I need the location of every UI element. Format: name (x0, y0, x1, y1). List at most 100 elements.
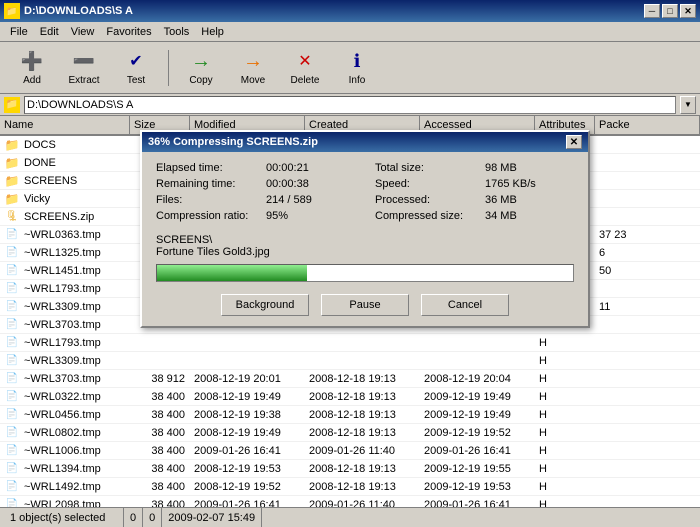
file-name: Vicky (24, 193, 50, 205)
file-size-cell (130, 334, 190, 351)
menu-favorites[interactable]: Favorites (100, 24, 157, 40)
tmp-icon: 📄 (4, 425, 20, 441)
status-items: 1 object(s) selected (4, 508, 124, 527)
title-bar: 📁 D:\DOWNLOADS\S A ─ □ ✕ (0, 0, 700, 22)
total-size-label: Total size: (375, 162, 485, 174)
title-bar-left: 📁 D:\DOWNLOADS\S A (4, 3, 133, 19)
file-accessed-cell: 2009-12-19 19:49 (420, 406, 535, 423)
file-name-cell: 📄 ~WRL1325.tmp (0, 244, 130, 261)
table-row[interactable]: 📄 ~WRL1394.tmp 38 400 2008-12-19 19:53 2… (0, 460, 700, 478)
file-modified-cell: 2008-12-19 19:53 (190, 460, 305, 477)
toolbar-delete[interactable]: ✕ Delete (281, 46, 329, 90)
compressed-value: 34 MB (485, 210, 574, 222)
file-name-cell: 📄 ~WRL3309.tmp (0, 298, 130, 315)
file-attr-cell: H (535, 442, 595, 459)
address-bar: 📁 ▼ (0, 94, 700, 116)
dialog-compression: Compression ratio: 95% (156, 210, 355, 222)
col-packed[interactable]: Packe (595, 116, 700, 135)
file-name-cell: 📄 ~WRL3703.tmp (0, 370, 130, 387)
files-label: Files: (156, 194, 266, 206)
table-row[interactable]: 📄 ~WRL1492.tmp 38 400 2008-12-19 19:52 2… (0, 478, 700, 496)
file-name-cell: 📄 ~WRL0322.tmp (0, 388, 130, 405)
toolbar-test[interactable]: ✔ Test (112, 46, 160, 90)
table-row[interactable]: 📄 ~WRL0456.tmp 38 400 2008-12-19 19:38 2… (0, 406, 700, 424)
file-packed-cell (595, 442, 700, 459)
toolbar-copy[interactable]: → Copy (177, 46, 225, 90)
pause-button[interactable]: Pause (321, 294, 409, 316)
table-row[interactable]: 📄 ~WRL3309.tmp H (0, 352, 700, 370)
file-name: ~WRL3703.tmp (24, 373, 101, 385)
table-row[interactable]: 📄 ~WRL1793.tmp H (0, 334, 700, 352)
file-packed-cell (595, 478, 700, 495)
file-created-cell: 2008-12-18 19:13 (305, 478, 420, 495)
processed-label: Processed: (375, 194, 485, 206)
file-modified-cell: 2008-12-19 19:49 (190, 424, 305, 441)
file-packed-cell: 11 (595, 298, 700, 315)
toolbar-add[interactable]: ➕ Add (8, 46, 56, 90)
table-row[interactable]: 📄 ~WRL3703.tmp 38 912 2008-12-19 20:01 2… (0, 370, 700, 388)
dialog-close-button[interactable]: ✕ (566, 135, 582, 149)
table-row[interactable]: 📄 ~WRL0802.tmp 38 400 2008-12-19 19:49 2… (0, 424, 700, 442)
current-path-text: SCREENS\ (156, 234, 574, 246)
file-name-cell: 📁 Vicky (0, 190, 130, 207)
table-row[interactable]: 📄 ~WRL1006.tmp 38 400 2009-01-26 16:41 2… (0, 442, 700, 460)
menu-file[interactable]: File (4, 24, 34, 40)
file-attr-cell: H (535, 352, 595, 369)
file-packed-cell (595, 280, 700, 297)
toolbar-extract[interactable]: ➖ Extract (60, 46, 108, 90)
menu-edit[interactable]: Edit (34, 24, 65, 40)
compression-label: Compression ratio: (156, 210, 266, 222)
file-size-cell: 38 400 (130, 406, 190, 423)
menu-view[interactable]: View (65, 24, 101, 40)
toolbar-extract-label: Extract (68, 75, 99, 86)
copy-icon: → (189, 49, 213, 73)
cancel-button[interactable]: Cancel (421, 294, 509, 316)
close-button[interactable]: ✕ (680, 4, 696, 18)
file-attr-cell: H (535, 388, 595, 405)
file-packed-cell (595, 370, 700, 387)
file-name: ~WRL0363.tmp (24, 229, 101, 241)
toolbar-move[interactable]: → Move (229, 46, 277, 90)
status-count-value: 0 (130, 512, 136, 524)
menu-bar: File Edit View Favorites Tools Help (0, 22, 700, 42)
file-name-cell: 📄 ~WRL0802.tmp (0, 424, 130, 441)
file-created-cell: 2008-12-18 19:13 (305, 460, 420, 477)
dialog-stats: Elapsed time: 00:00:21 Remaining time: 0… (156, 162, 574, 226)
toolbar-test-label: Test (127, 75, 145, 86)
minimize-button[interactable]: ─ (644, 4, 660, 18)
toolbar-info[interactable]: ℹ Info (333, 46, 381, 90)
table-row[interactable]: 📄 ~WRL0322.tmp 38 400 2008-12-19 19:49 2… (0, 388, 700, 406)
col-name[interactable]: Name (0, 116, 130, 135)
menu-help[interactable]: Help (195, 24, 230, 40)
dialog-speed: Speed: 1765 KB/s (375, 178, 574, 190)
file-name: ~WRL1325.tmp (24, 247, 101, 259)
toolbar: ➕ Add ➖ Extract ✔ Test → Copy → Move ✕ D… (0, 42, 700, 94)
maximize-button[interactable]: □ (662, 4, 678, 18)
move-icon: → (241, 49, 265, 73)
file-name: ~WRL1006.tmp (24, 445, 101, 457)
compression-value: 95% (266, 210, 355, 222)
file-name: ~WRL1394.tmp (24, 463, 101, 475)
file-packed-cell (595, 316, 700, 333)
file-name-cell: 📄 ~WRL3703.tmp (0, 316, 130, 333)
file-packed-cell (595, 424, 700, 441)
processed-value: 36 MB (485, 194, 574, 206)
menu-tools[interactable]: Tools (158, 24, 196, 40)
file-name-cell: 📄 ~WRL1492.tmp (0, 478, 130, 495)
current-file-text: Fortune Tiles Gold3.jpg (156, 246, 574, 258)
file-accessed-cell: 2009-12-19 19:53 (420, 478, 535, 495)
toolbar-info-label: Info (349, 75, 366, 86)
tmp-icon: 📄 (4, 317, 20, 333)
info-icon: ℹ (345, 49, 369, 73)
address-dropdown[interactable]: ▼ (680, 96, 696, 114)
dialog-elapsed: Elapsed time: 00:00:21 (156, 162, 355, 174)
file-name: ~WRL3309.tmp (24, 301, 101, 313)
background-button[interactable]: Background (221, 294, 309, 316)
file-packed-cell (595, 136, 700, 153)
file-modified-cell (190, 334, 305, 351)
file-accessed-cell: 2009-12-19 19:55 (420, 460, 535, 477)
compressed-label: Compressed size: (375, 210, 485, 222)
file-name: DOCS (24, 139, 56, 151)
file-packed-cell (595, 388, 700, 405)
address-input[interactable] (24, 96, 676, 114)
